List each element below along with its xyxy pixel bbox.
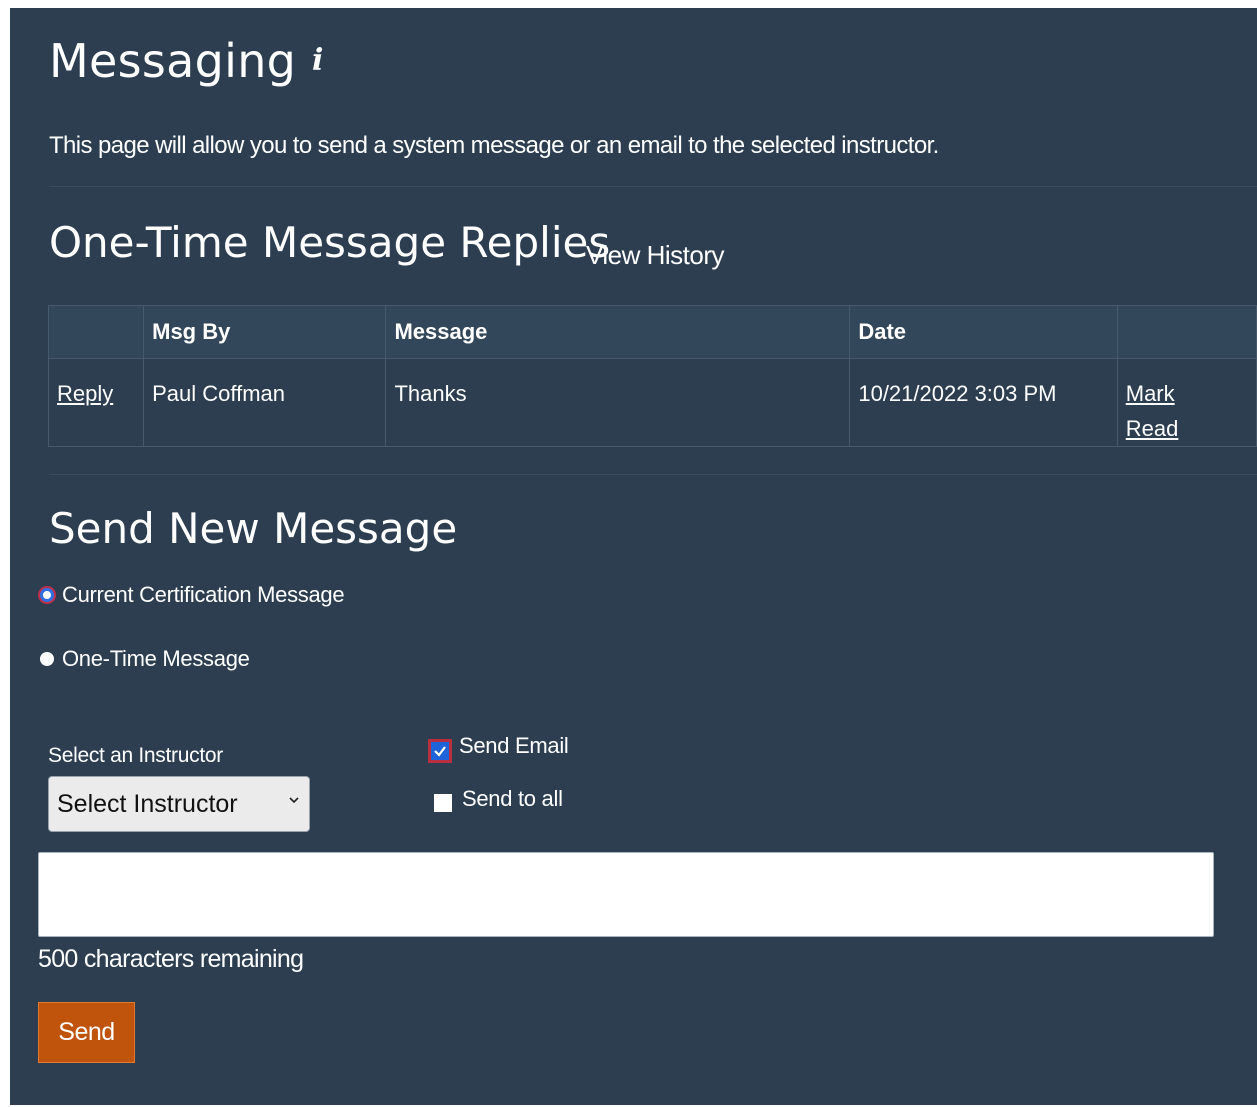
send-email-label: Send Email bbox=[459, 733, 569, 758]
messaging-panel: Messaging i This page will allow you to … bbox=[10, 8, 1257, 1105]
table-row: Reply Paul Coffman Thanks 10/21/2022 3:0… bbox=[47, 358, 1257, 447]
radio-current-certification[interactable]: Current Certification Message bbox=[40, 582, 345, 608]
column-header-message: Message bbox=[385, 305, 851, 359]
characters-remaining: 500 characters remaining bbox=[38, 945, 304, 973]
column-header-date: Date bbox=[849, 305, 1118, 359]
instructor-select[interactable]: Select Instructor bbox=[48, 776, 310, 832]
message-textarea[interactable] bbox=[38, 852, 1214, 937]
info-icon[interactable]: i bbox=[312, 46, 330, 76]
chevron-down-icon bbox=[289, 797, 299, 804]
divider bbox=[49, 474, 1257, 475]
instructor-select-value: Select Instructor bbox=[57, 789, 238, 818]
reply-cell: Reply bbox=[47, 358, 145, 447]
check-icon bbox=[434, 746, 446, 757]
radio-button-checked[interactable] bbox=[40, 588, 54, 602]
column-header bbox=[47, 305, 145, 359]
column-header-msg-by: Msg By bbox=[143, 305, 387, 359]
reply-link[interactable]: Reply bbox=[57, 381, 113, 406]
send-to-all-label: Send to all bbox=[462, 786, 563, 811]
view-history-link[interactable]: View History bbox=[586, 240, 725, 271]
send-email-checkbox-row[interactable]: Send Email bbox=[431, 732, 569, 760]
table-header-row: Msg By Message Date bbox=[47, 305, 1257, 359]
radio-current-label: Current Certification Message bbox=[62, 582, 345, 607]
page-intro: This page will allow you to send a syste… bbox=[49, 132, 939, 159]
radio-one-time-label: One-Time Message bbox=[62, 646, 250, 671]
send-button[interactable]: Send bbox=[38, 1002, 135, 1063]
date-cell: 10/21/2022 3:03 PM bbox=[849, 358, 1118, 447]
replies-table: Msg By Message Date Reply Paul Coffman T… bbox=[47, 305, 1257, 447]
mark-read-link[interactable]: Mark Read bbox=[1126, 381, 1179, 441]
mark-read-label-2: Read bbox=[1125, 416, 1179, 441]
mark-read-cell: Mark Read bbox=[1116, 358, 1257, 447]
radio-one-time[interactable]: One-Time Message bbox=[40, 646, 250, 672]
mark-read-label-1: Mark bbox=[1125, 381, 1175, 406]
radio-button[interactable] bbox=[40, 652, 54, 666]
message-cell: Thanks bbox=[385, 358, 851, 447]
page-title: Messaging bbox=[49, 34, 297, 88]
instructor-label: Select an Instructor bbox=[48, 744, 223, 767]
divider bbox=[49, 186, 1257, 187]
send-to-all-checkbox-row[interactable]: Send to all bbox=[434, 786, 563, 812]
send-to-all-checkbox[interactable] bbox=[434, 794, 452, 812]
msg-by-cell: Paul Coffman bbox=[143, 358, 387, 447]
send-email-checkbox[interactable] bbox=[431, 742, 449, 760]
column-header bbox=[1116, 305, 1257, 359]
send-title: Send New Message bbox=[49, 504, 458, 553]
replies-title: One-Time Message Replies bbox=[49, 218, 611, 267]
